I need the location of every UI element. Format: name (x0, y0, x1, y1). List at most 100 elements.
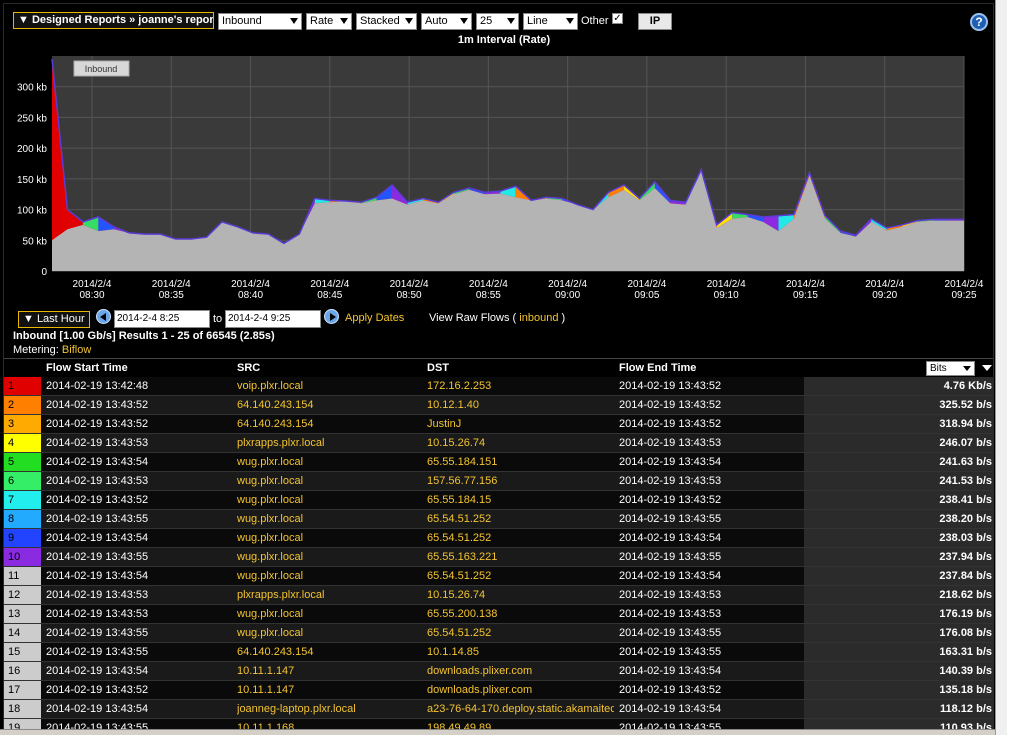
src-link[interactable]: 64.140.243.154 (237, 396, 422, 414)
x-tick-date: 2014/2/4 (548, 279, 587, 290)
prev-period-icon[interactable] (96, 309, 111, 324)
table-row[interactable]: 7 2014-02-19 13:43:52 wug.plxr.local 65.55.… (4, 491, 993, 510)
src-link[interactable]: wug.plxr.local (237, 567, 422, 585)
table-row[interactable]: 6 2014-02-19 13:43:53 wug.plxr.local 157.56… (4, 472, 993, 491)
src-link[interactable]: wug.plxr.local (237, 548, 422, 566)
start-date-input[interactable]: 2014-2-4 8:25 (114, 310, 210, 328)
rate-cell: 176.08 b/s (804, 624, 993, 642)
ip-button[interactable]: IP (638, 13, 672, 30)
other-checkbox[interactable]: ✓ (612, 13, 623, 24)
view-raw-inbound-link[interactable]: inbound (519, 312, 558, 324)
dst-link[interactable]: downloads.plixer.com (427, 681, 614, 699)
end-date-input[interactable]: 2014-2-4 9:25 (225, 310, 321, 328)
apply-dates-link[interactable]: Apply Dates (345, 312, 404, 324)
table-row[interactable]: 12 2014-02-19 13:43:53 plxrapps.plxr.local… (4, 586, 993, 605)
src-link[interactable]: wug.plxr.local (237, 529, 422, 547)
col-dst[interactable]: DST (427, 362, 449, 374)
src-link[interactable]: 64.140.243.154 (237, 643, 422, 661)
table-row[interactable]: 17 2014-02-19 13:43:52 10.11.1.147 download… (4, 681, 993, 700)
src-link[interactable]: plxrapps.plxr.local (237, 434, 422, 452)
window-scrollbar[interactable] (995, 0, 1012, 735)
flow-end-cell: 2014-02-19 13:43:54 (619, 456, 722, 468)
table-row[interactable]: 14 2014-02-19 13:43:55 wug.plxr.local 65.54… (4, 624, 993, 643)
col-src[interactable]: SRC (237, 362, 260, 374)
table-row[interactable]: 5 2014-02-19 13:43:54 wug.plxr.local 65.55.… (4, 453, 993, 472)
src-link[interactable]: wug.plxr.local (237, 472, 422, 490)
units-select[interactable]: Bits (926, 361, 975, 376)
report-title-button[interactable]: ▼ Designed Reports » joanne's report (13, 12, 214, 29)
src-link[interactable]: 64.140.243.154 (237, 415, 422, 433)
dst-link[interactable]: JustinJ (427, 415, 614, 433)
other-label: Other (581, 15, 609, 27)
chevron-down-icon (290, 18, 298, 24)
table-row[interactable]: 4 2014-02-19 13:43:53 plxrapps.plxr.local 1… (4, 434, 993, 453)
dst-link[interactable]: a23-76-64-170.deploy.static.akamaitechno… (427, 700, 614, 718)
src-link[interactable]: joanneg-laptop.plxr.local (237, 700, 422, 718)
table-row[interactable]: 10 2014-02-19 13:43:55 wug.plxr.local 65.55… (4, 548, 993, 567)
col-flow-end-time[interactable]: Flow End Time (619, 362, 696, 374)
src-link[interactable]: wug.plxr.local (237, 453, 422, 471)
dst-link[interactable]: 10.15.26.74 (427, 586, 614, 604)
y-tick-label: 200 kb (17, 144, 47, 155)
x-tick-date: 2014/2/4 (390, 279, 429, 290)
count-select[interactable]: 25 (476, 13, 519, 30)
dst-link[interactable]: downloads.plixer.com (427, 662, 614, 680)
table-row[interactable]: 3 2014-02-19 13:43:52 64.140.243.154 Justin… (4, 415, 993, 434)
src-link[interactable]: plxrapps.plxr.local (237, 586, 422, 604)
rate-cell: 4.76 Kb/s (804, 377, 993, 395)
table-row[interactable]: 18 2014-02-19 13:43:54 joanneg-laptop.plxr… (4, 700, 993, 719)
dst-link[interactable]: 65.55.200.138 (427, 605, 614, 623)
flow-end-cell: 2014-02-19 13:43:52 (619, 380, 722, 392)
flow-end-cell: 2014-02-19 13:43:53 (619, 608, 722, 620)
col-flow-start-time[interactable]: Flow Start Time (46, 362, 128, 374)
metric-select[interactable]: Rate (306, 13, 352, 30)
rate-cell: 246.07 b/s (804, 434, 993, 452)
table-row[interactable]: 1 2014-02-19 13:42:48 voip.plxr.local 172.1… (4, 377, 993, 396)
dst-link[interactable]: 10.15.26.74 (427, 434, 614, 452)
rate-cell: 118.12 b/s (804, 700, 993, 718)
next-period-icon[interactable] (324, 309, 339, 324)
dst-link[interactable]: 157.56.77.156 (427, 472, 614, 490)
results-summary: Inbound [1.00 Gb/s] Results 1 - 25 of 66… (13, 330, 275, 342)
src-link[interactable]: voip.plxr.local (237, 377, 422, 395)
table-row[interactable]: 9 2014-02-19 13:43:54 wug.plxr.local 65.54.… (4, 529, 993, 548)
period-select[interactable]: ▼ Last Hour (18, 311, 90, 328)
table-row[interactable]: 8 2014-02-19 13:43:55 wug.plxr.local 65.54.… (4, 510, 993, 529)
dst-link[interactable]: 65.54.51.252 (427, 567, 614, 585)
dst-link[interactable]: 65.54.51.252 (427, 624, 614, 642)
table-row[interactable]: 16 2014-02-19 13:43:54 10.11.1.147 download… (4, 662, 993, 681)
dst-link[interactable]: 65.54.51.252 (427, 529, 614, 547)
flow-end-cell: 2014-02-19 13:43:54 (619, 665, 722, 677)
column-menu-icon[interactable] (981, 362, 993, 374)
src-link[interactable]: wug.plxr.local (237, 510, 422, 528)
rate-cell: 237.84 b/s (804, 567, 993, 585)
src-link[interactable]: 10.11.1.147 (237, 662, 422, 680)
y-tick-label: 50 kb (23, 236, 48, 247)
table-row[interactable]: 13 2014-02-19 13:43:53 wug.plxr.local 65.55… (4, 605, 993, 624)
dst-link[interactable]: 10.1.14.85 (427, 643, 614, 661)
dst-link[interactable]: 65.55.184.151 (427, 453, 614, 471)
src-link[interactable]: wug.plxr.local (237, 491, 422, 509)
direction-select[interactable]: Inbound (218, 13, 302, 30)
dst-link[interactable]: 65.54.51.252 (427, 510, 614, 528)
table-row[interactable]: 15 2014-02-19 13:43:55 64.140.243.154 10.1.… (4, 643, 993, 662)
charttype-select[interactable]: Line (523, 13, 578, 30)
rate-cell: 238.41 b/s (804, 491, 993, 509)
rank-cell: 12 (4, 586, 41, 604)
rate-cell: 241.63 b/s (804, 453, 993, 471)
src-link[interactable]: wug.plxr.local (237, 624, 422, 642)
dst-link[interactable]: 172.16.2.253 (427, 377, 614, 395)
scale-select[interactable]: Auto (421, 13, 472, 30)
chart-legend[interactable]: Inbound (73, 60, 130, 77)
metering-link[interactable]: Biflow (62, 344, 91, 356)
table-row[interactable]: 11 2014-02-19 13:43:54 wug.plxr.local 65.54… (4, 567, 993, 586)
src-link[interactable]: 10.11.1.147 (237, 681, 422, 699)
table-row[interactable]: 2 2014-02-19 13:43:52 64.140.243.154 10.12.… (4, 396, 993, 415)
x-tick-time: 08:50 (397, 290, 422, 301)
mode-select[interactable]: Stacked (356, 13, 417, 30)
dst-link[interactable]: 10.12.1.40 (427, 396, 614, 414)
dst-link[interactable]: 65.55.184.15 (427, 491, 614, 509)
dst-link[interactable]: 65.55.163.221 (427, 548, 614, 566)
src-link[interactable]: wug.plxr.local (237, 605, 422, 623)
help-icon[interactable]: ? (970, 13, 988, 31)
